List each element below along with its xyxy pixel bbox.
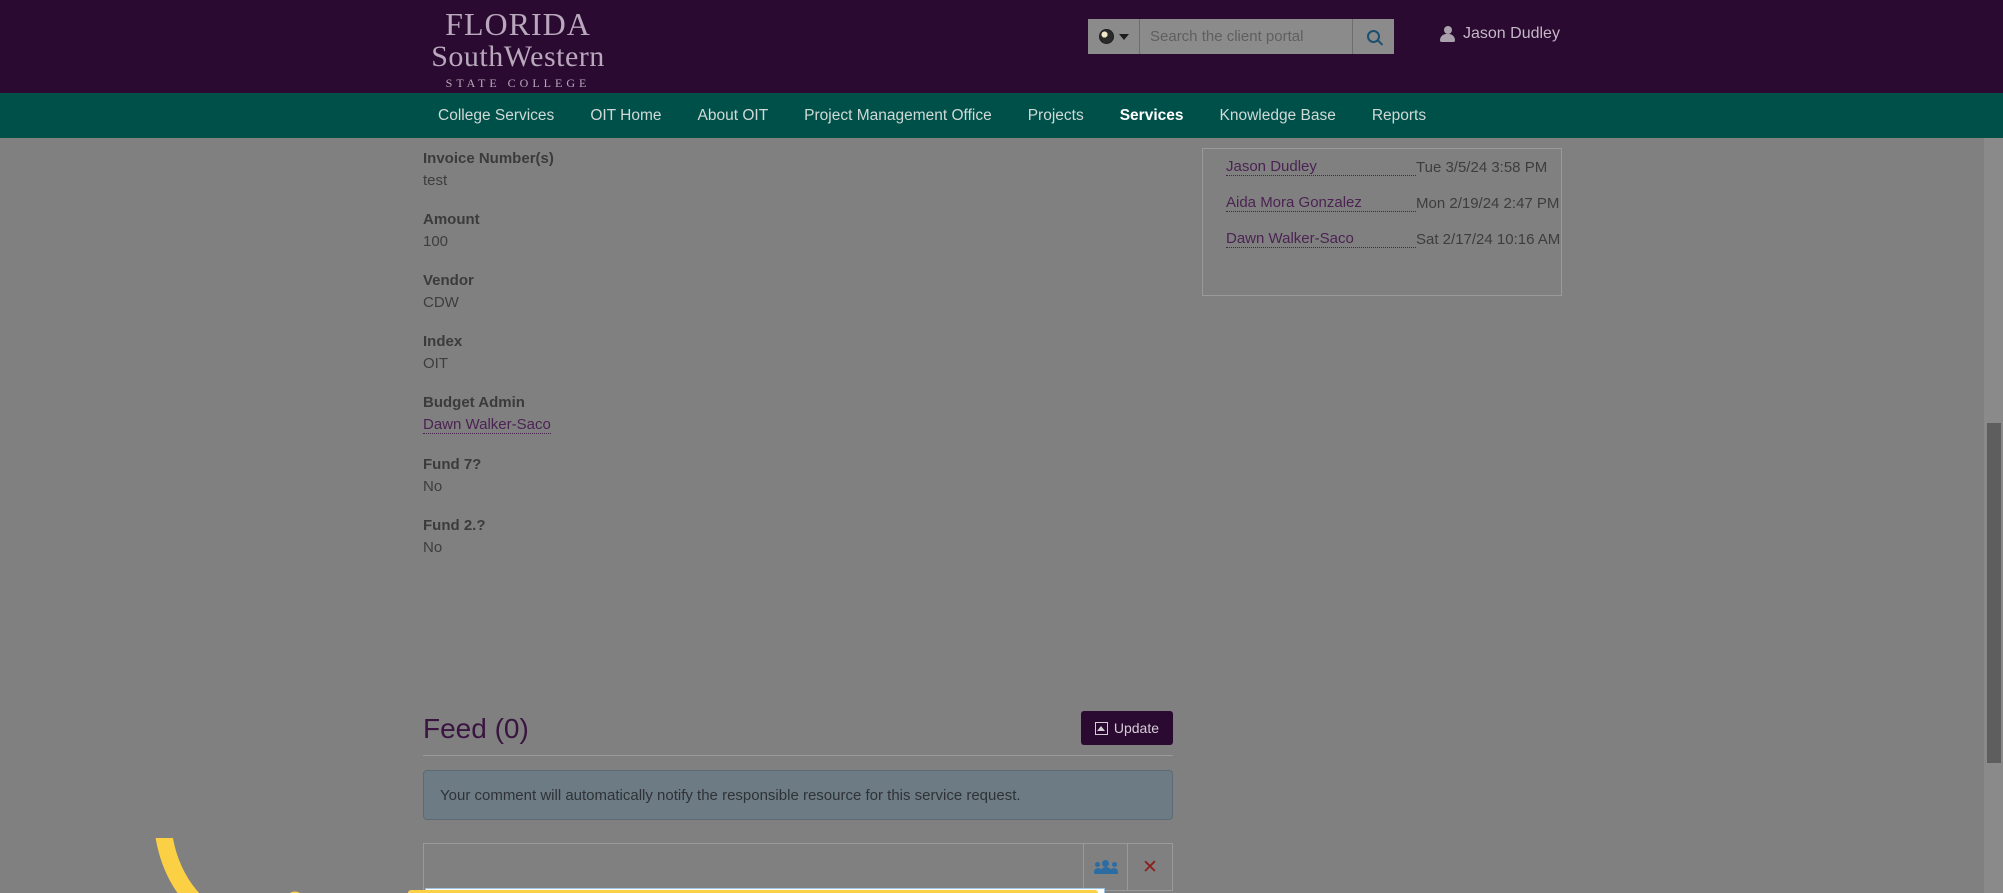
- nav-item-reports[interactable]: Reports: [1354, 107, 1444, 125]
- field-label: Budget Admin: [423, 394, 525, 411]
- activity-timestamp: Sat 2/17/24 10:16 AM: [1416, 230, 1561, 248]
- feed-title: Feed (0): [423, 713, 529, 744]
- field-value: CDW: [423, 294, 459, 311]
- nav-item-about-oit[interactable]: About OIT: [680, 107, 787, 125]
- activity-timestamp: Mon 2/19/24 2:47 PM: [1416, 194, 1560, 212]
- user-name: Jason Dudley: [1463, 25, 1560, 42]
- fsw-logo[interactable]: FLORIDA SouthWestern STATE COLLEGE: [418, 6, 618, 89]
- nav-item-services[interactable]: Services: [1102, 107, 1202, 125]
- update-button-label: Update: [1113, 720, 1159, 736]
- user-icon: [1440, 25, 1455, 43]
- search-scope-dropdown[interactable]: [1088, 19, 1140, 54]
- annotation-arrow-icon: [154, 821, 395, 893]
- page-scrollbar[interactable]: [1984, 138, 2003, 893]
- activity-person-link[interactable]: Dawn Walker-Saco: [1226, 230, 1416, 248]
- add-people-button[interactable]: [1083, 843, 1128, 891]
- site-header: FLORIDA SouthWestern STATE COLLEGE Jason…: [0, 0, 2003, 93]
- activity-timestamp: Tue 3/5/24 3:58 PM: [1416, 158, 1548, 176]
- field-label: Vendor: [423, 272, 474, 289]
- activity-row: Jason Dudley Tue 3/5/24 3:58 PM: [1203, 149, 1561, 185]
- update-button[interactable]: Update: [1080, 711, 1173, 745]
- search-submit-button[interactable]: [1352, 19, 1394, 54]
- field-value: 100: [423, 233, 449, 250]
- recipient-typeahead-dropdown: Aida Mora Gonzalez (Requestor, Creator) …: [425, 888, 1105, 893]
- scrollbar-thumb[interactable]: [1987, 423, 2001, 763]
- typeahead-option[interactable]: Aida Mora Gonzalez (Requestor, Creator): [426, 889, 1104, 893]
- activity-row: Aida Mora Gonzalez Mon 2/19/24 2:47 PM: [1203, 185, 1561, 221]
- activity-row: Dawn Walker-Saco Sat 2/17/24 10:16 AM: [1203, 221, 1561, 257]
- search-bar: [1088, 19, 1394, 54]
- nav-item-project-management-office[interactable]: Project Management Office: [786, 107, 1010, 125]
- feed-notice: Your comment will automatically notify t…: [423, 770, 1173, 820]
- user-menu[interactable]: Jason Dudley: [1440, 25, 1560, 43]
- activity-person-link[interactable]: Jason Dudley: [1226, 158, 1416, 176]
- field-index: Index OIT: [423, 333, 923, 372]
- service-request-details: Invoice Number(s) test Amount 100 Vendor…: [423, 150, 923, 578]
- field-label: Fund 2.?: [423, 517, 486, 534]
- logo-line-1: FLORIDA: [445, 6, 591, 42]
- nav-item-college-services[interactable]: College Services: [420, 107, 572, 125]
- field-label: Amount: [423, 211, 480, 228]
- activity-person-link[interactable]: Aida Mora Gonzalez: [1226, 194, 1416, 212]
- nav-item-projects[interactable]: Projects: [1010, 107, 1102, 125]
- remove-recipient-button[interactable]: ✕: [1128, 843, 1173, 891]
- people-icon: [1093, 860, 1118, 874]
- budget-admin-link[interactable]: Dawn Walker-Saco: [423, 416, 551, 434]
- close-icon: ✕: [1142, 856, 1158, 878]
- nav-item-oit-home[interactable]: OIT Home: [572, 107, 679, 125]
- field-invoice-numbers: Invoice Number(s) test: [423, 150, 923, 189]
- feed-header: Feed (0) Update: [423, 711, 1173, 756]
- field-fund-2: Fund 2.? No: [423, 517, 923, 556]
- main-navigation: College Services OIT Home About OIT Proj…: [0, 93, 2003, 138]
- search-input[interactable]: [1140, 19, 1352, 54]
- field-value: No: [423, 539, 443, 556]
- field-budget-admin: Budget Admin Dawn Walker-Saco: [423, 394, 923, 434]
- recipient-input[interactable]: [423, 843, 1083, 891]
- activity-card: Jason Dudley Tue 3/5/24 3:58 PM Aida Mor…: [1202, 148, 1562, 296]
- field-label: Index: [423, 333, 463, 350]
- field-amount: Amount 100: [423, 211, 923, 250]
- field-vendor: Vendor CDW: [423, 272, 923, 311]
- comment-recipient-row: ✕: [423, 843, 1173, 891]
- field-value: OIT: [423, 355, 448, 372]
- app-screen: FLORIDA SouthWestern STATE COLLEGE Jason…: [0, 0, 2003, 893]
- chevron-down-icon: [1118, 33, 1129, 40]
- field-fund-7: Fund 7? No: [423, 456, 923, 495]
- page-body: Invoice Number(s) test Amount 100 Vendor…: [0, 138, 2003, 893]
- nav-item-knowledge-base[interactable]: Knowledge Base: [1201, 107, 1353, 125]
- globe-icon: [1098, 29, 1114, 44]
- search-icon: [1367, 30, 1380, 43]
- field-value: test: [423, 172, 448, 189]
- logo-line-3: STATE COLLEGE: [445, 76, 591, 90]
- logo-line-2: SouthWestern: [431, 40, 605, 73]
- field-value: No: [423, 478, 443, 495]
- field-label: Invoice Number(s): [423, 150, 554, 167]
- field-label: Fund 7?: [423, 456, 482, 473]
- upload-icon: [1094, 721, 1108, 735]
